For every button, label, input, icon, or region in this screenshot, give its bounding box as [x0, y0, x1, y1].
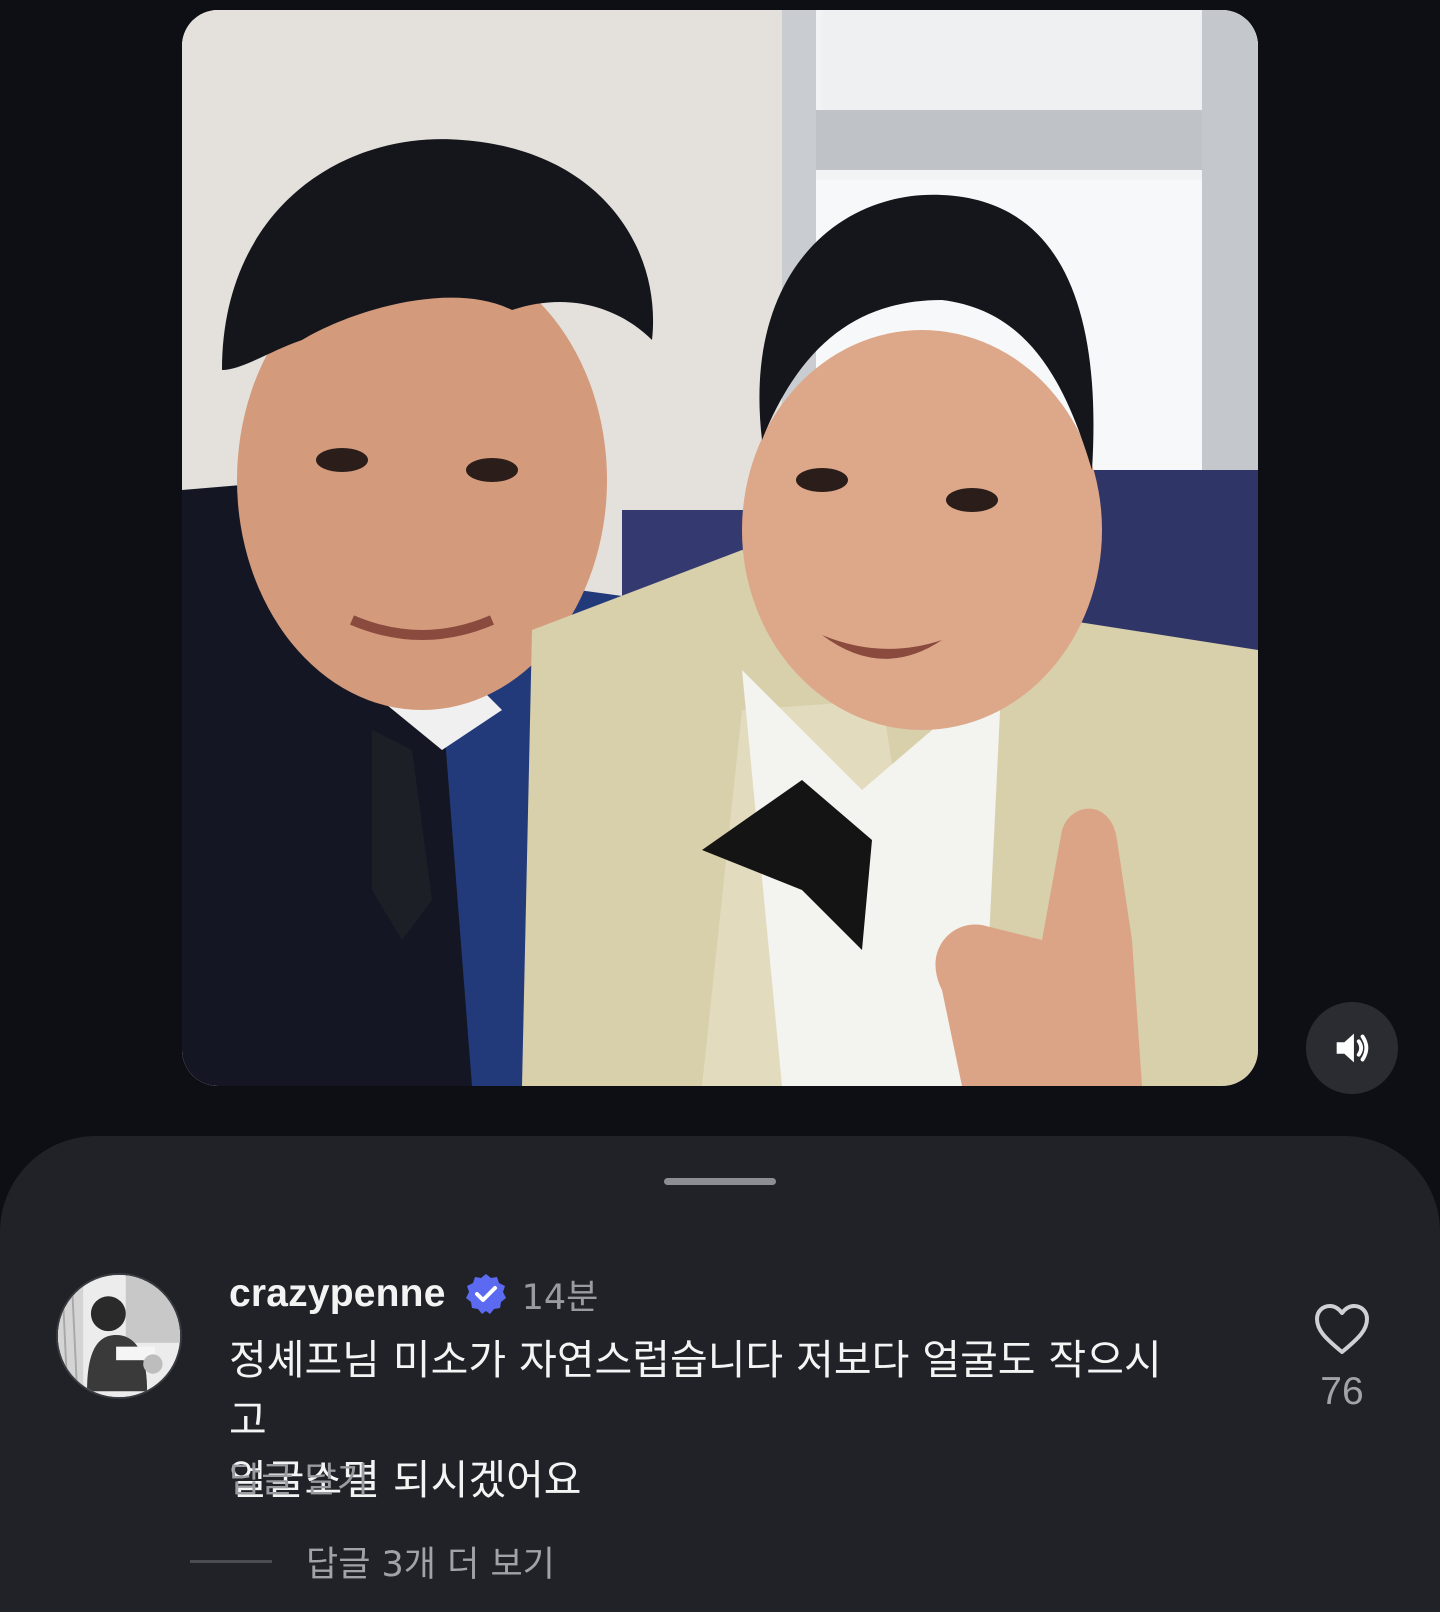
volume-toggle-button[interactable] [1306, 1002, 1398, 1094]
comment-meta: crazypenne 14분 [229, 1266, 598, 1322]
selfie-photo-illustration [182, 10, 1258, 1086]
like-count: 76 [1320, 1370, 1364, 1413]
comment-text: 정셰프님 미소가 자연스럽습니다 저보다 얼굴도 작으시고 얼굴소멸 되시겠어요 [229, 1336, 1162, 1504]
comment-timestamp: 14분 [521, 1277, 599, 1318]
sheet-drag-handle[interactable] [664, 1178, 776, 1185]
comments-sheet: crazypenne 14분 정셰프님 미소가 자연스럽습니다 저보다 얼굴도 … [0, 1136, 1440, 1612]
replies-divider-line [190, 1559, 272, 1563]
avatar-illustration [58, 1275, 180, 1397]
view-more-replies-label: 답글 3개 더 보기 [306, 1544, 555, 1585]
avatar[interactable] [56, 1273, 182, 1399]
heart-icon [1315, 1304, 1369, 1354]
app-screen: crazypenne 14분 정셰프님 미소가 자연스럽습니다 저보다 얼굴도 … [0, 0, 1440, 1612]
like-button[interactable] [1313, 1302, 1371, 1356]
view-more-replies-button[interactable]: 답글 3개 더 보기 [190, 1536, 555, 1586]
post-photo[interactable] [182, 10, 1258, 1086]
comment-username[interactable]: crazypenne [229, 1272, 446, 1316]
verified-badge-icon [465, 1274, 506, 1314]
volume-icon [1336, 1033, 1369, 1063]
reply-button[interactable]: 답글 달기 [229, 1452, 369, 1503]
